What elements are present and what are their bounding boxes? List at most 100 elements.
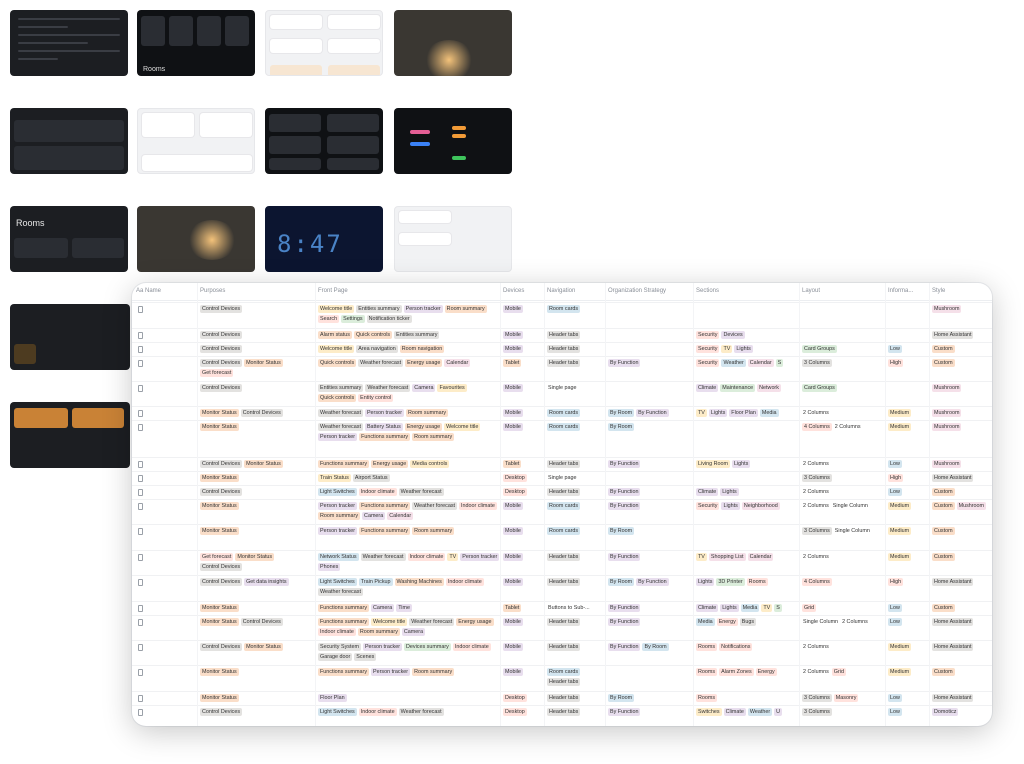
column-header[interactable]: Layout <box>802 288 820 294</box>
cell-devices[interactable]: Tablet <box>503 359 545 367</box>
cell-sections[interactable]: Climate Maintenance Network <box>696 384 800 392</box>
cell-layout[interactable]: Card Groups <box>802 345 886 353</box>
cell-nav[interactable]: Header tabs <box>547 694 606 702</box>
cell-style[interactable]: Domoticz <box>932 708 990 716</box>
cell-devices[interactable]: Desktop <box>503 694 545 702</box>
thumbnail-lights-list[interactable] <box>10 108 128 174</box>
cell-sections[interactable]: Security Devices <box>696 331 800 339</box>
cell-devices[interactable]: Mobile <box>503 553 545 561</box>
thumbnail-rooms[interactable]: Rooms <box>10 206 128 272</box>
cell-info[interactable]: Low <box>888 345 930 353</box>
column-header[interactable]: Aa Name <box>136 288 161 294</box>
page-icon[interactable] <box>138 475 143 482</box>
cell-devices[interactable]: Mobile <box>503 331 545 339</box>
cell-style[interactable]: Mushroom <box>932 423 990 431</box>
cell-info[interactable]: Medium <box>888 553 930 561</box>
cell-sections[interactable]: Climate Lights Media TV S <box>696 604 800 612</box>
cell-layout[interactable]: 3 Columns <box>802 708 886 716</box>
table-row[interactable]: Control Devices Entities summary Weather f… <box>132 381 992 406</box>
cell-layout[interactable]: Grid <box>802 604 886 612</box>
cell-layout[interactable]: 3 Columns <box>802 359 886 367</box>
cell-info[interactable]: Low <box>888 618 930 626</box>
page-icon[interactable] <box>138 332 143 339</box>
cell-sections[interactable]: Living Room Lights <box>696 460 800 468</box>
page-icon[interactable] <box>138 619 143 626</box>
cell-org[interactable]: By Room <box>608 423 694 431</box>
cell-devices[interactable]: Mobile <box>503 643 545 651</box>
cell-devices[interactable]: Tablet <box>503 460 545 468</box>
table-row[interactable]: Control Devices Welcome title Entities sum… <box>132 302 992 328</box>
cell-org[interactable]: By Function <box>608 708 694 716</box>
cell-front[interactable]: Light Switches Indoor climate Weather fore… <box>318 488 501 496</box>
cell-org[interactable]: By Function <box>608 488 694 496</box>
cell-front[interactable]: Welcome title Entities summary Person trac… <box>318 305 501 323</box>
table-row[interactable]: Monitor Status Person tracker Functions su… <box>132 499 992 524</box>
page-icon[interactable] <box>138 554 143 561</box>
cell-info[interactable]: High <box>888 578 930 586</box>
cell-devices[interactable]: Mobile <box>503 345 545 353</box>
cell-purposes[interactable]: Control Devices Monitor Status <box>200 460 316 468</box>
cell-nav[interactable]: Room cards <box>547 502 606 510</box>
page-icon[interactable] <box>138 528 143 535</box>
cell-devices[interactable]: Tablet <box>503 604 545 612</box>
cell-style[interactable]: Custom <box>932 527 990 535</box>
table-row[interactable]: Monitor Status Weather forecast Battery St… <box>132 420 992 457</box>
cell-nav[interactable]: Header tabs <box>547 553 606 561</box>
cell-style[interactable]: Home Assistant <box>932 694 990 702</box>
cell-org[interactable]: By Function <box>608 553 694 561</box>
cell-front[interactable]: Light Switches Train Pickup Washing Machin… <box>318 578 501 596</box>
cell-layout[interactable]: Card Groups <box>802 384 886 392</box>
table-row[interactable]: Control Devices Monitor Status Get forecas… <box>132 356 992 381</box>
cell-style[interactable]: Custom <box>932 345 990 353</box>
cell-layout[interactable]: 2 Columns <box>802 460 886 468</box>
cell-front[interactable]: Alarm status Quick controls Entities summa… <box>318 331 501 339</box>
cell-purposes[interactable]: Monitor Status <box>200 694 316 702</box>
table-row[interactable]: Monitor Status Functions summary Camera Tim… <box>132 601 992 615</box>
thumbnail-entrance-cards[interactable] <box>137 108 255 174</box>
cell-layout[interactable]: 3 Columns Masonry <box>802 694 886 702</box>
cell-sections[interactable]: Switches Climate Weather U <box>696 708 800 716</box>
cell-purposes[interactable]: Monitor Status <box>200 668 316 676</box>
cell-purposes[interactable]: Monitor Status Control Devices <box>200 618 316 626</box>
page-icon[interactable] <box>138 385 143 392</box>
cell-style[interactable]: Mushroom <box>932 409 990 417</box>
cell-org[interactable]: By Function By Room <box>608 643 694 651</box>
cell-front[interactable]: Functions summary Welcome title Weather fo… <box>318 618 501 636</box>
cell-nav[interactable]: Header tabs <box>547 643 606 651</box>
cell-layout[interactable]: 2 Columns <box>802 409 886 417</box>
cell-layout[interactable]: 2 Columns Single Column <box>802 502 886 510</box>
cell-style[interactable]: Custom <box>932 668 990 676</box>
thumbnail-floorplan-2[interactable] <box>137 206 255 272</box>
cell-front[interactable]: Welcome title Area navigation Room navigat… <box>318 345 501 353</box>
cell-purposes[interactable]: Control Devices <box>200 488 316 496</box>
thumbnail-room-grid[interactable] <box>265 108 383 174</box>
page-icon[interactable] <box>138 669 143 676</box>
cell-layout[interactable]: 2 Columns Grid <box>802 668 886 676</box>
cell-nav[interactable]: Room cards <box>547 409 606 417</box>
cell-front[interactable]: Quick controls Weather forecast Energy usa… <box>318 359 501 367</box>
cell-sections[interactable]: Rooms Notifications <box>696 643 800 651</box>
cell-nav[interactable]: Header tabs <box>547 708 606 716</box>
cell-sections[interactable]: Climate Lights <box>696 488 800 496</box>
page-icon[interactable] <box>138 503 143 510</box>
cell-front[interactable]: Functions summary Energy usage Media contr… <box>318 460 501 468</box>
cell-purposes[interactable]: Monitor Status <box>200 474 316 482</box>
cell-layout[interactable]: 4 Columns 2 Columns <box>802 423 886 431</box>
page-icon[interactable] <box>138 709 143 716</box>
cell-purposes[interactable]: Control Devices <box>200 331 316 339</box>
table-row[interactable]: Control Devices Alarm status Quick control… <box>132 328 992 342</box>
cell-devices[interactable]: Mobile <box>503 618 545 626</box>
page-icon[interactable] <box>138 605 143 612</box>
cell-devices[interactable]: Mobile <box>503 527 545 535</box>
thumbnail-people[interactable] <box>394 206 512 272</box>
table-row[interactable]: Control Devices Monitor Status Security Sy… <box>132 640 992 665</box>
cell-front[interactable]: Weather forecast Battery Status Energy usa… <box>318 423 501 441</box>
cell-purposes[interactable]: Monitor Status <box>200 604 316 612</box>
cell-purposes[interactable]: Control Devices Monitor Status <box>200 643 316 651</box>
cell-sections[interactable]: TV Lights Floor Plan Media <box>696 409 800 417</box>
cell-style[interactable]: Custom Mushroom <box>932 502 990 510</box>
cell-sections[interactable]: Security Weather Calendar S <box>696 359 800 367</box>
cell-style[interactable]: Mushroom <box>932 460 990 468</box>
cell-nav[interactable]: Header tabs <box>547 618 606 626</box>
cell-info[interactable]: Low <box>888 488 930 496</box>
